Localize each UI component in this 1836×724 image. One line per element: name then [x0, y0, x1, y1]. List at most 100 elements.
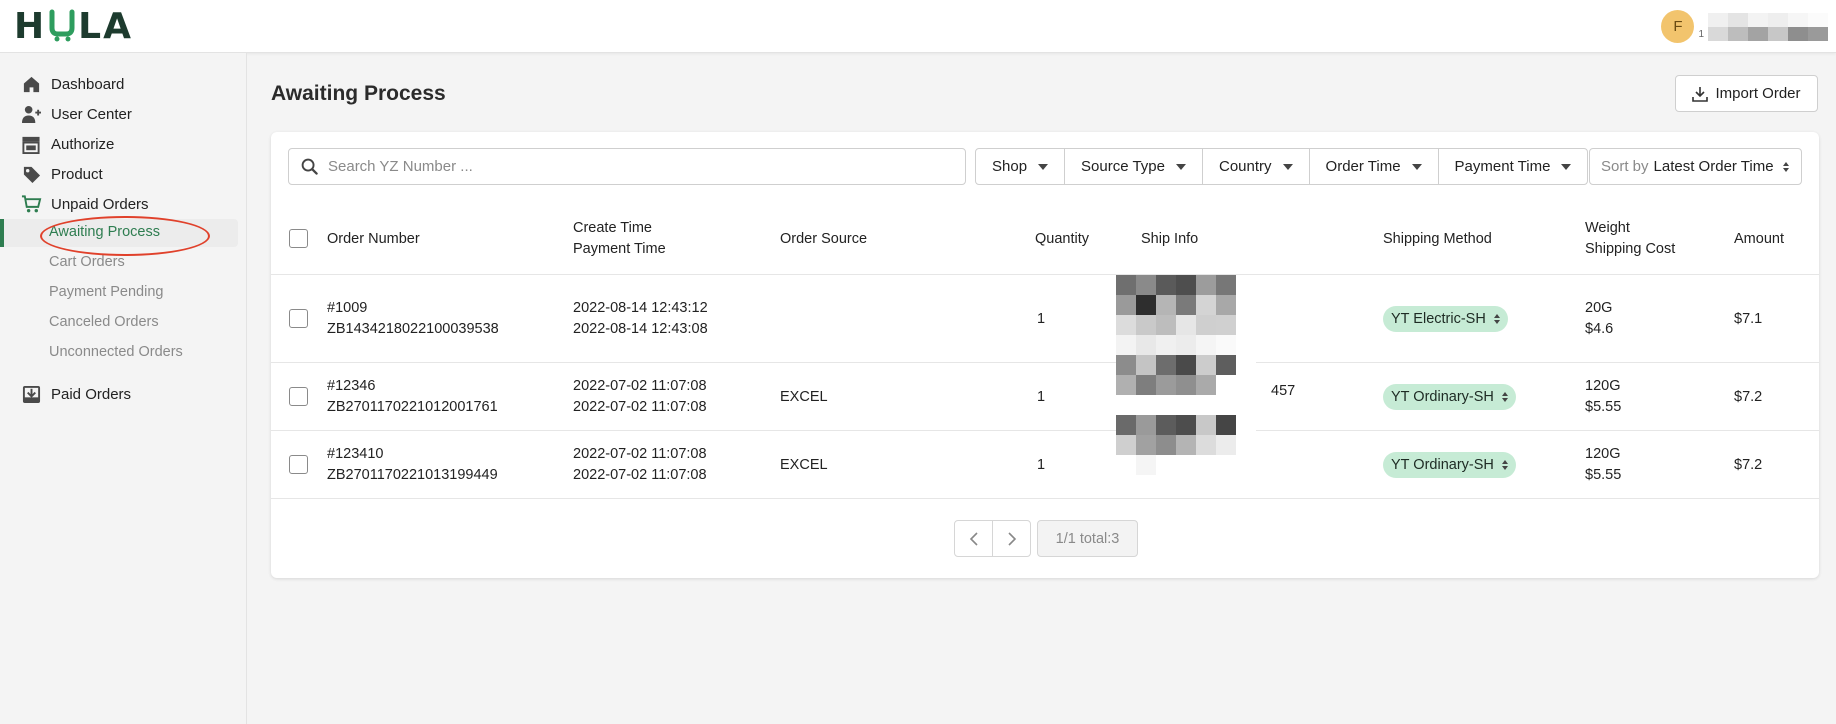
user-plus-icon — [20, 103, 42, 125]
mosaic-block — [1156, 435, 1176, 455]
quantity: 1 — [1037, 311, 1046, 327]
sidebar-subitem-payment-pending[interactable]: Payment Pending — [49, 284, 163, 300]
logo-text-left: H — [14, 5, 47, 47]
mosaic-block — [1216, 295, 1236, 315]
mosaic-block — [1116, 415, 1136, 435]
mosaic-block — [1136, 335, 1156, 355]
column-ship-info: Ship Info — [1141, 231, 1199, 247]
avatar[interactable]: F — [1661, 10, 1695, 43]
shipping-method-select[interactable]: YT Ordinary-SH — [1383, 384, 1516, 410]
shipping-method-select[interactable]: YT Ordinary-SH — [1383, 452, 1516, 478]
mosaic-block — [1156, 275, 1176, 295]
column-shipping-cost: Shipping Cost — [1585, 241, 1676, 257]
sidebar: Dashboard User Center Authorize Product … — [0, 53, 247, 724]
sort-select[interactable]: Sort by Latest Order Time — [1589, 148, 1802, 185]
mosaic-block — [1156, 355, 1176, 375]
mosaic-block — [1236, 455, 1256, 475]
import-order-button[interactable]: Import Order — [1675, 75, 1818, 112]
order-number[interactable]: #123410 — [327, 444, 383, 465]
mosaic-block — [1176, 315, 1196, 335]
orders-card: Shop Source Type Country Order Time Paym… — [271, 132, 1819, 578]
mosaic-block — [1176, 295, 1196, 315]
mosaic-block — [1136, 315, 1156, 335]
sidebar-subitem-cart-orders[interactable]: Cart Orders — [49, 254, 125, 270]
filter-group: Shop Source Type Country Order Time Paym… — [975, 148, 1589, 185]
mosaic-block — [1236, 315, 1256, 335]
mosaic-block — [1156, 395, 1176, 415]
column-create-time: Create Time — [573, 220, 652, 236]
sort-value: Latest Order Time — [1653, 158, 1774, 175]
order-number[interactable]: #12346 — [327, 376, 375, 397]
sidebar-subitem-unconnected-orders[interactable]: Unconnected Orders — [49, 344, 183, 360]
mosaic-block — [1196, 335, 1216, 355]
sidebar-item-paid-orders[interactable]: Paid Orders — [20, 382, 131, 406]
next-page-button[interactable] — [992, 520, 1031, 557]
sidebar-item-user-center[interactable]: User Center — [20, 102, 132, 126]
filter-payment-time[interactable]: Payment Time — [1437, 148, 1589, 185]
mosaic-block — [1176, 395, 1196, 415]
sidebar-subitem-canceled-orders[interactable]: Canceled Orders — [49, 314, 159, 330]
chevron-right-icon — [1007, 531, 1016, 546]
mosaic-block — [1176, 355, 1196, 375]
user-menu[interactable]: F 1 — [1661, 0, 1836, 53]
filter-label: Payment Time — [1454, 158, 1551, 175]
sidebar-item-unpaid-orders[interactable]: Unpaid Orders — [20, 192, 149, 216]
filter-label: Order Time — [1325, 158, 1401, 175]
sidebar-item-dashboard[interactable]: Dashboard — [20, 72, 124, 96]
sidebar-item-product[interactable]: Product — [20, 162, 103, 186]
sort-updown-icon — [1782, 161, 1789, 172]
mosaic-block — [1156, 375, 1176, 395]
page-title: Awaiting Process — [271, 82, 446, 105]
store-icon — [20, 133, 42, 155]
redacted-username — [1708, 12, 1828, 41]
create-time: 2022-07-02 11:07:08 — [573, 446, 707, 462]
sidebar-subitem-awaiting-process[interactable]: Awaiting Process — [49, 224, 160, 240]
updown-icon — [1501, 460, 1508, 470]
order-number[interactable]: #1009 — [327, 298, 367, 319]
prev-page-button[interactable] — [954, 520, 993, 557]
row-divider — [271, 274, 1819, 275]
search-box[interactable] — [288, 148, 966, 185]
mosaic-block — [1156, 415, 1176, 435]
redacted-ship-info — [1116, 275, 1256, 475]
mosaic-block — [1236, 375, 1256, 395]
search-input[interactable] — [328, 158, 928, 175]
filter-source-type[interactable]: Source Type — [1064, 148, 1203, 185]
mosaic-block — [1216, 335, 1236, 355]
mosaic-block — [1136, 395, 1156, 415]
select-all-checkbox[interactable] — [289, 229, 308, 248]
shipping-method-select[interactable]: YT Electric-SH — [1383, 306, 1508, 332]
weight: 120G — [1585, 378, 1621, 394]
sidebar-item-authorize[interactable]: Authorize — [20, 132, 114, 156]
logo-text-right: LA — [78, 5, 133, 47]
caret-down-icon — [1411, 163, 1422, 170]
mosaic-block — [1196, 375, 1216, 395]
mosaic-block — [1136, 415, 1156, 435]
filter-order-time[interactable]: Order Time — [1308, 148, 1439, 185]
order-source: EXCEL — [780, 389, 828, 405]
amount: $7.2 — [1734, 389, 1763, 405]
mosaic-block — [1176, 335, 1196, 355]
mosaic-block — [1156, 295, 1176, 315]
mosaic-block — [1216, 455, 1236, 475]
brand-logo[interactable]: H LA — [14, 5, 133, 47]
amount: $7.1 — [1734, 311, 1763, 327]
mosaic-block — [1116, 455, 1136, 475]
row-checkbox[interactable] — [289, 455, 308, 474]
payment-time: 2022-07-02 11:07:08 — [573, 467, 707, 483]
row-checkbox[interactable] — [289, 387, 308, 406]
column-payment-time: Payment Time — [573, 241, 666, 257]
mosaic-block — [1236, 295, 1256, 315]
mosaic-block — [1236, 335, 1256, 355]
pagination-info: 1/1 total:3 — [1037, 520, 1138, 557]
mosaic-block — [1116, 395, 1136, 415]
mosaic-block — [1196, 435, 1216, 455]
filter-shop[interactable]: Shop — [975, 148, 1066, 185]
mosaic-block — [1236, 275, 1256, 295]
filter-country[interactable]: Country — [1202, 148, 1310, 185]
mosaic-block — [1176, 375, 1196, 395]
mosaic-block — [1236, 435, 1256, 455]
sidebar-item-label: Dashboard — [51, 75, 125, 93]
row-checkbox[interactable] — [289, 309, 308, 328]
mosaic-block — [1216, 415, 1236, 435]
